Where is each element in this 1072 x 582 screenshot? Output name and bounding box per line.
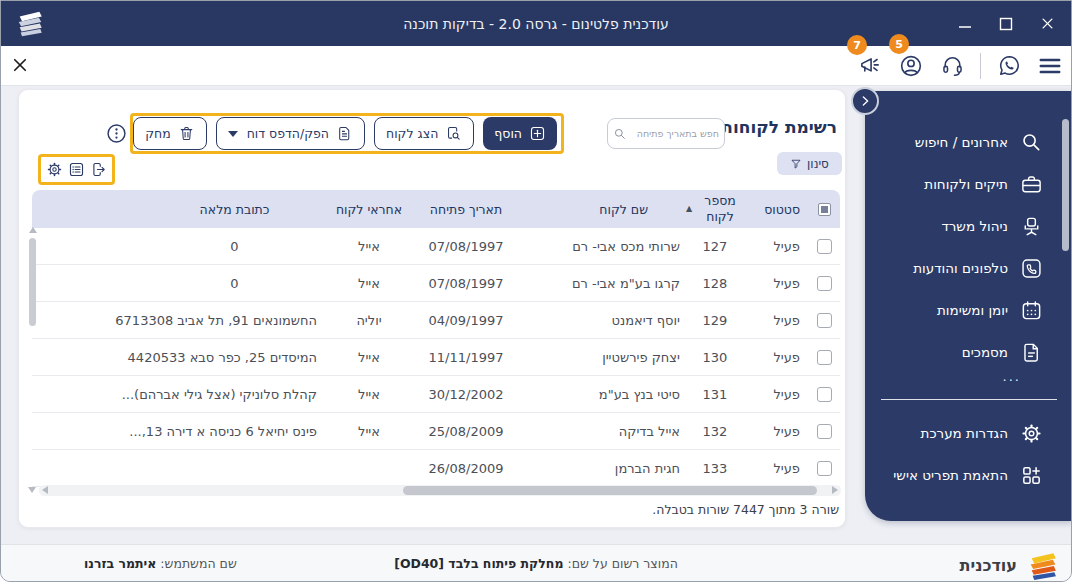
info-button[interactable]: [105, 122, 128, 145]
sidebar-footer-items: הגדרות מערכת התאמת תפריט אישי: [865, 412, 1072, 496]
sidebar-item[interactable]: התאמת תפריט אישי: [865, 454, 1072, 496]
show-client-button[interactable]: הצג לקוח: [374, 117, 474, 150]
filter-button[interactable]: סינון: [777, 152, 842, 175]
close-view-icon[interactable]: [11, 56, 31, 76]
product-registration-label: המוצר רשום על שם: מחלקת פיתוח בלבד [OD40…: [394, 556, 678, 571]
search-icon: [613, 127, 627, 141]
sidebar-item[interactable]: טלפונים והודעות: [865, 247, 1072, 289]
col-number[interactable]: מספר לקוח▲: [686, 193, 744, 224]
announcements-icon[interactable]: [857, 53, 883, 79]
table-row[interactable]: פעיל 131 סיטי בנץ בע"מ 30/12/2002 אייל ק…: [32, 376, 840, 413]
close-window-button[interactable]: [1040, 16, 1055, 31]
horizontal-scrollbar-thumb[interactable]: [403, 486, 817, 495]
plus-box-icon: [529, 125, 546, 142]
row-checkbox[interactable]: [817, 239, 832, 254]
sidebar-scrollbar[interactable]: [1062, 119, 1069, 251]
table-status-line: שורה 3 מתוך 7447 שורות בטבלה.: [652, 502, 839, 517]
delete-button[interactable]: מחק: [133, 117, 207, 150]
row-checkbox[interactable]: [817, 387, 832, 402]
title-bar: עודכנית פלטינום - גרסה 2.0 - בדיקות תוכנ…: [1, 1, 1071, 46]
sidebar-item[interactable]: יומן ומשימות: [865, 289, 1072, 331]
search-input[interactable]: חפש בתאריך פתיחה: [607, 118, 725, 149]
sidebar-item[interactable]: הגדרות מערכת: [865, 412, 1072, 454]
col-open-date[interactable]: תאריך פתיחה: [421, 202, 511, 217]
minimize-button[interactable]: [958, 17, 972, 31]
select-all-checkbox[interactable]: [818, 203, 831, 216]
app-logo-icon: [15, 8, 45, 38]
table-row[interactable]: פעיל 130 יצחק פירשטיין 11/11/1997 אייל ה…: [32, 339, 840, 376]
export-icon[interactable]: [90, 161, 107, 178]
toolbar-divider: [980, 53, 981, 79]
vertical-scrollbar-thumb[interactable]: [29, 238, 36, 326]
list-view-icon[interactable]: [68, 161, 85, 178]
add-button[interactable]: הוסף: [483, 117, 557, 150]
page-title: רשימת לקוחות: [721, 117, 837, 137]
doc-search-icon: [445, 125, 462, 142]
actions-highlight-box: הוסף הצג לקוח הפק/הדפס דוח מחק: [130, 113, 564, 154]
scroll-up-arrow[interactable]: [29, 227, 37, 233]
brand-name: עודכנית: [959, 556, 1017, 575]
table-body: פעיל 127 שרותי מכס אבי- רם 07/08/1997 אי…: [32, 228, 840, 487]
app-window: עודכנית פלטינום - גרסה 2.0 - בדיקות תוכנ…: [0, 0, 1072, 582]
product-name: מחלקת פיתוח בלבד [OD40]: [394, 556, 563, 571]
sidebar-divider: [881, 399, 1057, 400]
table-row[interactable]: פעיל 133 חגית הברמן 26/08/2009: [32, 450, 840, 487]
announcements-badge: 7: [847, 35, 867, 55]
table-row[interactable]: פעיל 127 שרותי מכס אבי- רם 07/08/1997 אי…: [32, 228, 840, 265]
horizontal-scrollbar[interactable]: [39, 485, 841, 496]
window-title: עודכנית פלטינום - גרסה 2.0 - בדיקות תוכנ…: [1, 1, 1071, 46]
table-row[interactable]: פעיל 128 קרגו בע"מ אבי- רם 07/08/1997 אי…: [32, 265, 840, 302]
row-checkbox[interactable]: [817, 461, 832, 476]
report-button[interactable]: הפק/הדפס דוח: [216, 117, 365, 150]
col-address[interactable]: כתובת מלאה: [152, 202, 317, 217]
table-row[interactable]: פעיל 129 יוסף דיאמנט 04/09/1997 יוליה הח…: [32, 302, 840, 339]
scroll-left-arrow[interactable]: [42, 486, 48, 494]
sidebar-item[interactable]: תיקים ולקוחות: [865, 163, 1072, 205]
sidebar-more-dots[interactable]: ···: [865, 373, 1072, 395]
user-account-icon[interactable]: [898, 53, 924, 79]
maximize-button[interactable]: [999, 17, 1013, 31]
scroll-down-arrow[interactable]: [28, 487, 36, 493]
row-checkbox[interactable]: [817, 313, 832, 328]
brand-logo: עודכנית: [959, 549, 1061, 582]
col-name[interactable]: שם לקוח: [511, 202, 686, 217]
user-badge: 5: [889, 34, 909, 54]
trash-icon: [178, 125, 195, 142]
sidebar-menu: אחרונים / חיפוש תיקים ולקוחות ניהול משרד…: [865, 91, 1072, 521]
sidebar-items: אחרונים / חיפוש תיקים ולקוחות ניהול משרד…: [865, 121, 1072, 373]
row-checkbox[interactable]: [817, 424, 832, 439]
sidebar-collapse-button[interactable]: [851, 87, 879, 115]
brand-layers-icon: [1025, 549, 1061, 582]
user-name-label: שם המשתמש: איתמר בזרנו: [84, 556, 237, 571]
search-placeholder: חפש בתאריך פתיחה: [630, 128, 719, 139]
clients-list-card: רשימת לקוחות חפש בתאריך פתיחה סינון הוסף…: [18, 89, 846, 528]
sidebar-item[interactable]: אחרונים / חיפוש: [865, 121, 1072, 163]
col-status[interactable]: סטטוס: [744, 202, 808, 217]
top-toolbar: [1, 46, 1071, 86]
whatsapp-icon[interactable]: [996, 53, 1022, 79]
scroll-right-arrow[interactable]: [832, 486, 838, 494]
sidebar-item[interactable]: ניהול משרד: [865, 205, 1072, 247]
dropdown-caret-icon: [228, 131, 238, 137]
table-header-row: סטטוס מספר לקוח▲ שם לקוח תאריך פתיחה אחר…: [32, 190, 840, 228]
user-name: איתמר בזרנו: [84, 556, 156, 571]
table-row[interactable]: פעיל 132 אייל בדיקה 25/08/2009 אייל פינס…: [32, 413, 840, 450]
report-doc-icon: [336, 125, 353, 142]
row-checkbox[interactable]: [817, 276, 832, 291]
table-tools-box: [38, 154, 115, 185]
support-headset-icon[interactable]: [939, 53, 965, 79]
col-manager[interactable]: אחראי לקוח: [317, 202, 421, 217]
clients-table: סטטוס מספר לקוח▲ שם לקוח תאריך פתיחה אחר…: [32, 190, 840, 487]
row-checkbox[interactable]: [817, 350, 832, 365]
table-settings-icon[interactable]: [46, 161, 63, 178]
menu-icon[interactable]: [1037, 53, 1063, 79]
sort-asc-icon: ▲: [686, 204, 692, 214]
funnel-icon: [790, 158, 802, 170]
sidebar-item[interactable]: מסמכים: [865, 331, 1072, 373]
bottom-status-bar: שם המשתמש: איתמר בזרנו המוצר רשום על שם:…: [1, 544, 1071, 582]
